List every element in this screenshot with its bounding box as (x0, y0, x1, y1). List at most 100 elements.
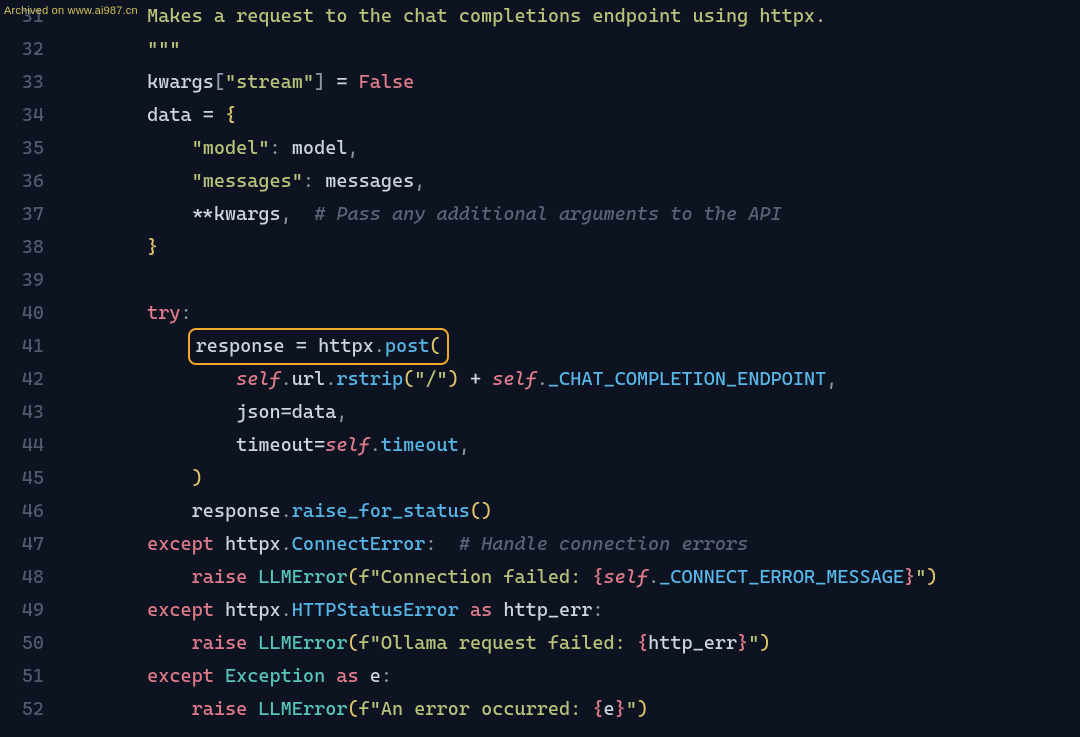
token: . (537, 368, 548, 390)
token: } (737, 632, 748, 654)
token: f"Connection failed: (359, 566, 593, 588)
token: ) (637, 698, 648, 720)
token: as (470, 599, 492, 621)
token: " (626, 698, 637, 720)
token (325, 665, 336, 687)
code-line[interactable]: 34 data = { (0, 99, 1080, 132)
line-number: 45 (0, 462, 58, 495)
token: = (296, 335, 307, 357)
line-number: 52 (0, 693, 58, 726)
code-content[interactable]: raise LLMError(f"An error occurred: {e}"… (58, 693, 1080, 726)
code-line[interactable]: 42 self.url.rstrip("/") + self._CHAT_COM… (0, 363, 1080, 396)
code-content[interactable]: try: (58, 297, 1080, 330)
code-content[interactable]: raise LLMError(f"Ollama request failed: … (58, 627, 1080, 660)
code-content[interactable]: response.raise_for_status() (58, 495, 1080, 528)
code-line[interactable]: 52 raise LLMError(f"An error occurred: {… (0, 693, 1080, 726)
token: self (604, 566, 649, 588)
line-number: 40 (0, 297, 58, 330)
line-number: 32 (0, 33, 58, 66)
code-line[interactable]: 48 raise LLMError(f"Connection failed: {… (0, 561, 1080, 594)
token: False (359, 71, 415, 93)
code-line[interactable]: 45 ) (0, 462, 1080, 495)
token: http_err (648, 632, 737, 654)
token: " (748, 632, 759, 654)
code-line[interactable]: 31 Makes a request to the chat completio… (0, 0, 1080, 33)
token: [ (214, 71, 225, 93)
token: raise (192, 698, 248, 720)
token: . (281, 368, 292, 390)
code-line[interactable]: 39 (0, 264, 1080, 297)
token: _CHAT_COMPLETION_ENDPOINT (548, 368, 826, 390)
code-line[interactable]: 35 "model": model, (0, 132, 1080, 165)
token: raise (192, 566, 248, 588)
code-line[interactable]: 50 raise LLMError(f"Ollama request faile… (0, 627, 1080, 660)
token: _CONNECT_ERROR_MESSAGE (659, 566, 904, 588)
token: " (915, 566, 926, 588)
code-line[interactable]: 40 try: (0, 297, 1080, 330)
token: ( (429, 335, 440, 357)
code-line[interactable]: 43 json=data, (0, 396, 1080, 429)
code-content[interactable]: except Exception as e: (58, 660, 1080, 693)
code-content[interactable]: except httpx.HTTPStatusError as http_err… (58, 594, 1080, 627)
token: ( (403, 368, 414, 390)
code-content[interactable]: ) (58, 462, 1080, 495)
token: timeout (236, 434, 314, 456)
line-number: 33 (0, 66, 58, 99)
code-content[interactable]: response = httpx.post( (58, 328, 1080, 366)
token: json (236, 401, 281, 423)
code-content[interactable]: **kwargs, # Pass any additional argument… (58, 198, 1080, 231)
token: } (904, 566, 915, 588)
line-number: 48 (0, 561, 58, 594)
token: : (592, 599, 603, 621)
token: # Handle connection errors (459, 533, 748, 555)
code-editor[interactable]: 31 Makes a request to the chat completio… (0, 0, 1080, 726)
line-number: 46 (0, 495, 58, 528)
token: raise_for_status (292, 500, 470, 522)
code-content[interactable]: """ (58, 33, 1080, 66)
token: except (147, 533, 214, 555)
token: as (336, 665, 358, 687)
code-content[interactable]: "messages": messages, (58, 165, 1080, 198)
token: "model" (192, 137, 270, 159)
code-content[interactable]: self.url.rstrip("/") + self._CHAT_COMPLE… (58, 363, 1080, 396)
code-line[interactable]: 41 response = httpx.post( (0, 330, 1080, 363)
code-content[interactable]: raise LLMError(f"Connection failed: {sel… (58, 561, 1080, 594)
code-line[interactable]: 47 except httpx.ConnectError: # Handle c… (0, 528, 1080, 561)
token (292, 203, 314, 225)
code-line[interactable]: 44 timeout=self.timeout, (0, 429, 1080, 462)
token: LLMError (258, 566, 347, 588)
code-content[interactable]: kwargs["stream"] = False (58, 66, 1080, 99)
token: , (826, 368, 837, 390)
code-line[interactable]: 36 "messages": messages, (0, 165, 1080, 198)
token (214, 665, 225, 687)
code-content[interactable]: "model": model, (58, 132, 1080, 165)
code-content[interactable]: json=data, (58, 396, 1080, 429)
token: LLMError (258, 698, 347, 720)
token (247, 698, 258, 720)
code-line[interactable]: 49 except httpx.HTTPStatusError as http_… (0, 594, 1080, 627)
token: , (336, 401, 347, 423)
code-content[interactable]: timeout=self.timeout, (58, 429, 1080, 462)
token: "messages" (192, 170, 303, 192)
code-line[interactable]: 32 """ (0, 33, 1080, 66)
token (325, 71, 336, 93)
token: httpx (214, 599, 281, 621)
token: "stream" (225, 71, 314, 93)
code-content[interactable]: Makes a request to the chat completions … (58, 0, 1080, 33)
token: . (281, 500, 292, 522)
code-content[interactable]: except httpx.ConnectError: # Handle conn… (58, 528, 1080, 561)
token: = (336, 71, 347, 93)
code-line[interactable]: 38 } (0, 231, 1080, 264)
token: try (147, 302, 180, 324)
line-number: 36 (0, 165, 58, 198)
code-content[interactable]: data = { (58, 99, 1080, 132)
code-line[interactable]: 46 response.raise_for_status() (0, 495, 1080, 528)
token: ( (347, 632, 358, 654)
code-line[interactable]: 33 kwargs["stream"] = False (0, 66, 1080, 99)
code-line[interactable]: 51 except Exception as e: (0, 660, 1080, 693)
token: . (281, 533, 292, 555)
code-line[interactable]: 37 **kwargs, # Pass any additional argum… (0, 198, 1080, 231)
token: data (292, 401, 337, 423)
token: { (225, 104, 236, 126)
code-content[interactable]: } (58, 231, 1080, 264)
